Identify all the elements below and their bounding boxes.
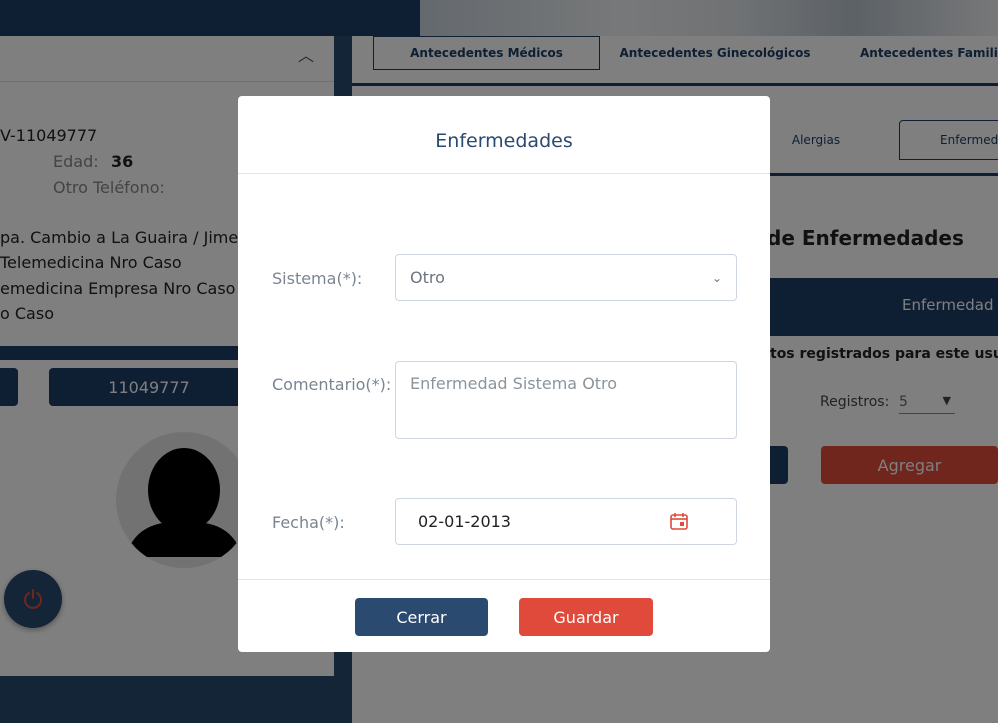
- calendar-icon[interactable]: [669, 511, 689, 531]
- fecha-label: Fecha(*):: [272, 513, 345, 532]
- modal-footer: Cerrar Guardar: [238, 579, 770, 652]
- guardar-button[interactable]: Guardar: [519, 598, 653, 636]
- enfermedades-modal: Enfermedades Sistema(*): Otro ⌄ Comentar…: [238, 96, 770, 652]
- fecha-input[interactable]: 02-01-2013: [395, 498, 737, 545]
- sistema-select[interactable]: Otro ⌄: [395, 254, 737, 301]
- modal-header: Enfermedades: [238, 96, 770, 174]
- chevron-down-icon: ⌄: [711, 270, 722, 285]
- comentario-textarea[interactable]: Enfermedad Sistema Otro: [395, 361, 737, 439]
- comentario-label: Comentario(*):: [272, 375, 392, 394]
- modal-title: Enfermedades: [435, 129, 573, 152]
- sistema-selected-value: Otro: [410, 268, 445, 287]
- cerrar-button[interactable]: Cerrar: [355, 598, 488, 636]
- sistema-label: Sistema(*):: [272, 269, 363, 288]
- fecha-value: 02-01-2013: [418, 512, 511, 531]
